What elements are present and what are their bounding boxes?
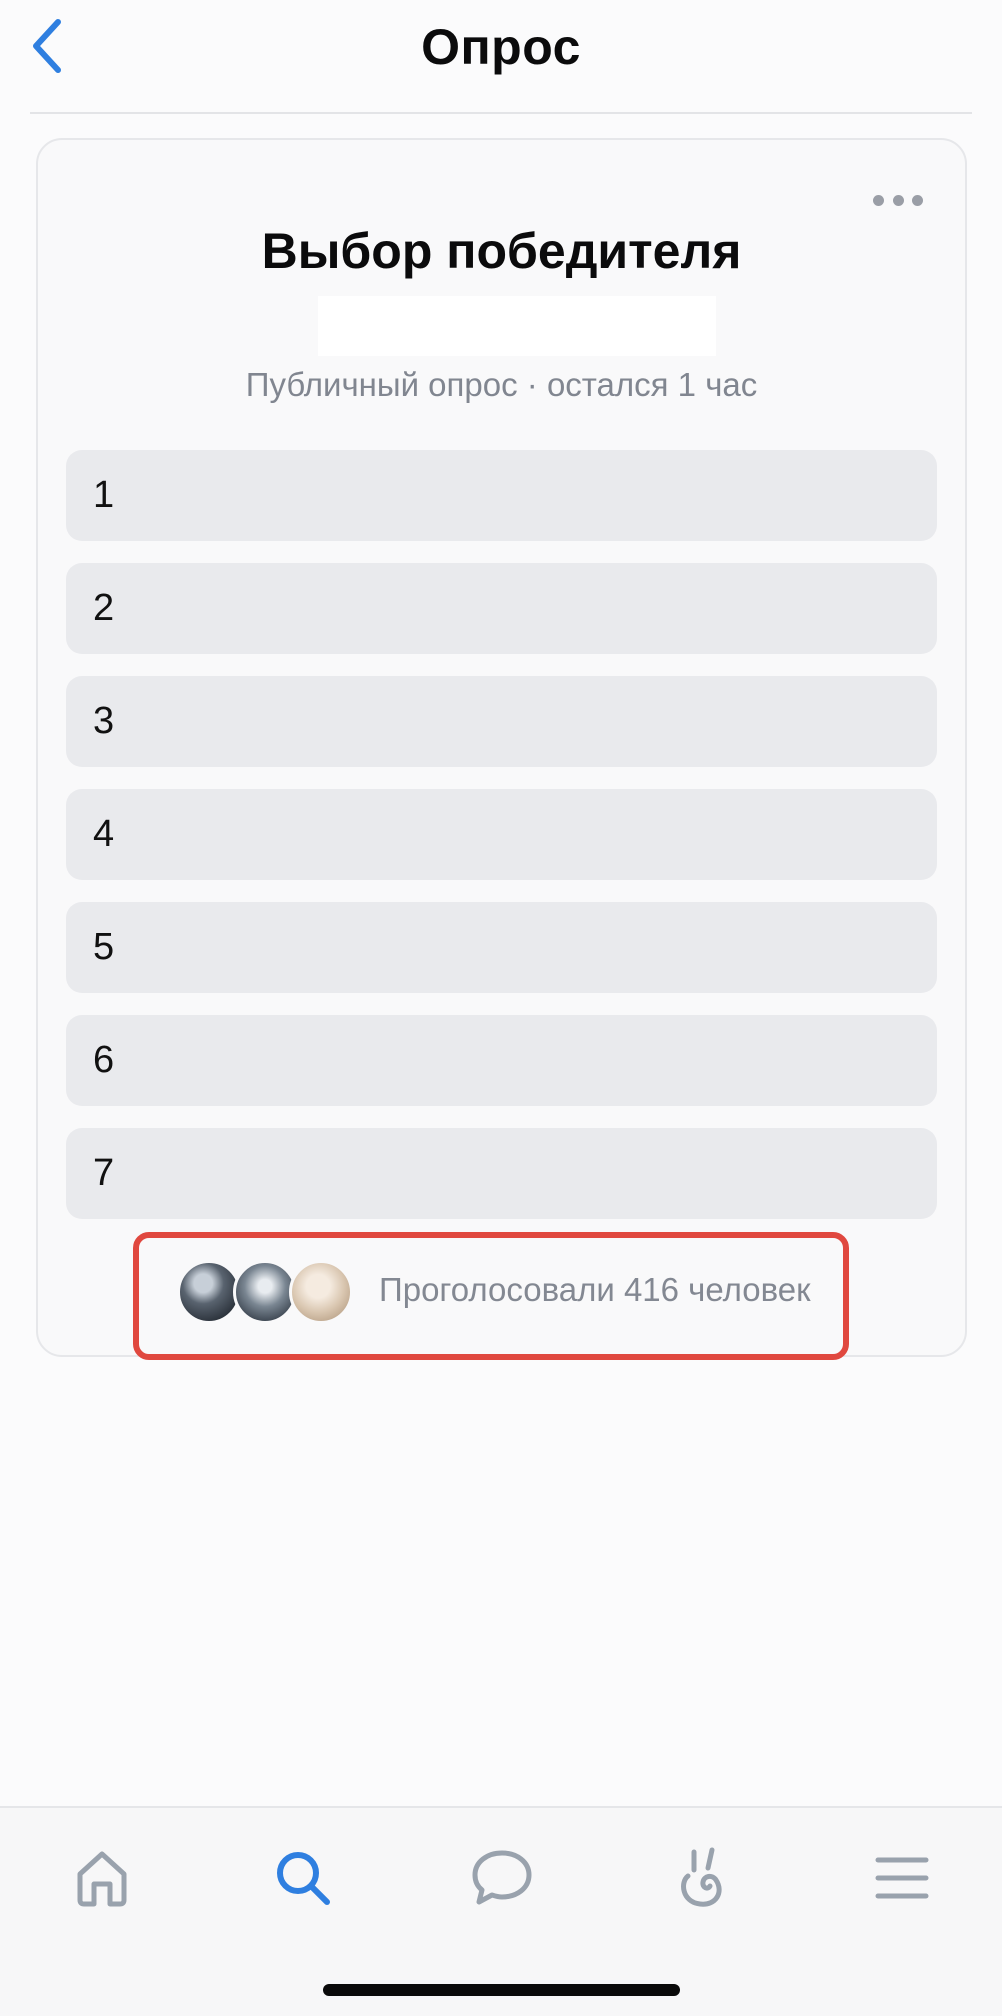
poll-card: Выбор победителя Публичный опрос · остал… — [36, 138, 967, 1357]
voter-avatars — [177, 1260, 357, 1324]
poll-option-7[interactable]: 7 — [66, 1128, 937, 1219]
page-title: Опрос — [421, 19, 581, 75]
more-button[interactable] — [873, 188, 923, 212]
poll-options: 1 2 3 4 5 6 7 — [66, 450, 937, 1241]
tab-menu[interactable] — [862, 1838, 942, 1918]
voters-summary[interactable]: Проголосовали 416 человек — [133, 1232, 849, 1360]
tab-messages[interactable] — [462, 1838, 542, 1918]
avatar — [289, 1260, 353, 1324]
home-indicator[interactable] — [323, 1984, 680, 1996]
poll-option-4[interactable]: 4 — [66, 789, 937, 880]
home-icon — [77, 1851, 127, 1907]
poll-option-6[interactable]: 6 — [66, 1015, 937, 1106]
avatar — [177, 1260, 241, 1324]
message-bubble-icon — [472, 1850, 532, 1905]
tab-home[interactable] — [62, 1838, 142, 1918]
tab-bar — [0, 1806, 1002, 2016]
header: Опрос — [0, 0, 1002, 114]
search-icon — [277, 1852, 330, 1905]
poll-option-2[interactable]: 2 — [66, 563, 937, 654]
tab-clips[interactable] — [662, 1838, 742, 1918]
voters-count-text: Проголосовали 416 человек — [379, 1271, 811, 1308]
more-horizontal-icon — [873, 194, 884, 206]
poll-option-5[interactable]: 5 — [66, 902, 937, 993]
avatar — [233, 1260, 297, 1324]
poll-option-3[interactable]: 3 — [66, 676, 937, 767]
redacted-area — [318, 296, 716, 356]
clips-icon — [681, 1847, 722, 1907]
tab-search[interactable] — [263, 1838, 343, 1918]
poll-option-1[interactable]: 1 — [66, 450, 937, 541]
header-divider — [30, 112, 972, 114]
poll-meta: Публичный опрос · остался 1 час — [245, 366, 758, 403]
poll-title: Выбор победителя — [261, 223, 742, 279]
menu-icon — [875, 1857, 929, 1899]
